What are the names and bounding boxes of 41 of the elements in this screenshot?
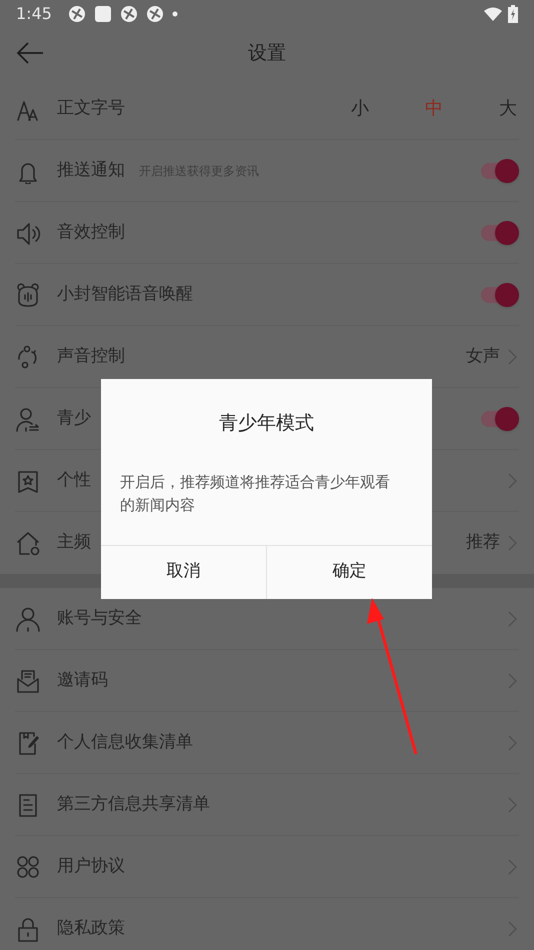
setting-label: 个人信息收集清单 <box>57 730 193 754</box>
home-icon <box>15 530 41 556</box>
status-time: 1:45 <box>16 3 52 25</box>
setting-label: 隐私政策 <box>57 917 125 940</box>
font-size-option[interactable]: 中 <box>425 95 443 122</box>
dialog-message: 开启后，推荐频道将推荐适合青少年观看的新闻内容 <box>119 472 391 516</box>
battery-icon <box>508 5 518 23</box>
lock-icon <box>15 916 41 942</box>
back-button[interactable] <box>16 40 46 66</box>
dot-icon <box>172 11 178 17</box>
back-icon <box>16 41 44 65</box>
setting-label: 声音控制 <box>57 344 125 368</box>
setting-label: 正文字号 <box>57 96 125 120</box>
setting-label: 用户协议 <box>57 854 125 878</box>
setting-label: 音效控制 <box>57 220 125 244</box>
setting-label: 个性 <box>57 468 91 492</box>
font-size-option[interactable]: 大 <box>499 95 517 122</box>
bear-icon <box>15 282 41 308</box>
app-icon <box>146 5 164 23</box>
user-switch-icon <box>15 406 41 432</box>
setting-label: 主频 <box>57 531 91 554</box>
setting-label: 小封智能语音唤醒 <box>57 282 193 306</box>
setting-value: 女声 <box>466 344 500 368</box>
mail-icon <box>15 668 41 694</box>
setting-label: 邀请码 <box>57 668 108 692</box>
grid-icon <box>15 854 41 880</box>
setting-value: 推荐 <box>466 531 500 554</box>
setting-label: 青少 <box>57 406 91 430</box>
dialog-button[interactable]: 取消 <box>101 546 266 598</box>
setting-label: 账号与安全 <box>57 606 142 630</box>
app-icon <box>68 5 86 23</box>
dialog-title: 青少年模式 <box>218 411 315 436</box>
wifi-icon <box>484 7 502 21</box>
user-icon <box>15 606 41 632</box>
setting-label: 第三方信息共享清单 <box>57 792 210 816</box>
setting-label: 推送通知 <box>57 158 125 182</box>
font-size-option[interactable]: 小 <box>351 95 369 122</box>
dialog-button[interactable]: 确定 <box>266 546 432 598</box>
notification-icon <box>94 5 112 23</box>
page-title: 设置 <box>248 40 286 66</box>
app-icon <box>120 5 138 23</box>
